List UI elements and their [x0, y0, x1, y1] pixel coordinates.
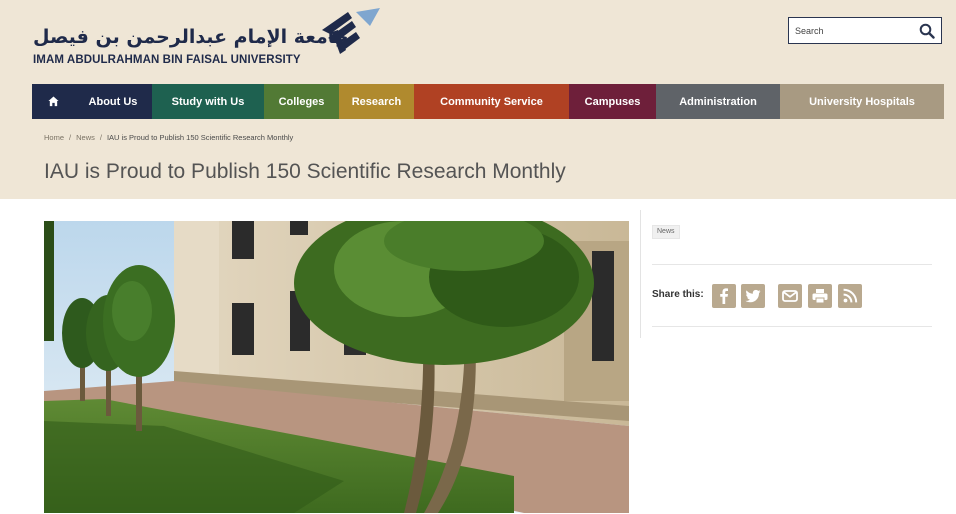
- nav-item-about-us[interactable]: About Us: [74, 84, 152, 119]
- share-print-button[interactable]: [808, 284, 832, 308]
- logo-arabic-text: جامعة الإمام عبدالرحمن بن فيصل: [33, 26, 349, 48]
- nav-item-campuses[interactable]: Campuses: [569, 84, 656, 119]
- search-input[interactable]: [795, 22, 905, 39]
- sidebar-divider: [652, 326, 932, 327]
- search-icon[interactable]: [919, 23, 935, 39]
- page-title: IAU is Proud to Publish 150 Scientific R…: [44, 160, 566, 183]
- share-facebook-button[interactable]: [712, 284, 736, 308]
- university-emblem-icon: [322, 8, 380, 54]
- email-icon: [782, 290, 798, 302]
- share-rss-button[interactable]: [838, 284, 862, 308]
- breadcrumb-current: IAU is Proud to Publish 150 Scientific R…: [106, 133, 294, 142]
- sidebar-divider: [652, 264, 932, 265]
- nav-home-button[interactable]: [32, 84, 74, 119]
- nav-item-research[interactable]: Research: [339, 84, 414, 119]
- category-tag[interactable]: News: [652, 225, 680, 239]
- rss-icon: [843, 288, 858, 303]
- nav-item-study-with-us[interactable]: Study with Us: [152, 84, 264, 119]
- content-divider: [640, 210, 641, 338]
- home-icon: [47, 96, 59, 107]
- share-twitter-button[interactable]: [741, 284, 765, 308]
- breadcrumb-home-link[interactable]: Home: [44, 133, 64, 142]
- breadcrumb: Home / News / IAU is Proud to Publish 150 Sc…: [44, 133, 293, 142]
- share-label: Share this:: [652, 289, 704, 300]
- twitter-icon: [745, 289, 761, 303]
- breadcrumb-news-link[interactable]: News: [76, 133, 95, 142]
- facebook-icon: [720, 288, 728, 304]
- nav-item-community-service[interactable]: Community Service: [414, 84, 569, 119]
- search-box[interactable]: [788, 17, 942, 44]
- nav-item-colleges[interactable]: Colleges: [264, 84, 339, 119]
- breadcrumb-separator: /: [99, 133, 102, 142]
- nav-item-administration[interactable]: Administration: [656, 84, 780, 119]
- logo-english-text: IMAM ABDULRAHMAN BIN FAISAL UNIVERSITY: [33, 54, 301, 66]
- campus-photo: [44, 221, 629, 513]
- main-nav: About Us Study with Us Colleges Research…: [32, 84, 944, 119]
- breadcrumb-separator: /: [69, 133, 72, 142]
- share-email-button[interactable]: [778, 284, 802, 308]
- print-icon: [812, 289, 828, 304]
- article-image: [44, 221, 629, 513]
- nav-item-university-hospitals[interactable]: University Hospitals: [780, 84, 944, 119]
- university-logo[interactable]: جامعة الإمام عبدالرحمن بن فيصل IMAM ABDU…: [33, 8, 393, 72]
